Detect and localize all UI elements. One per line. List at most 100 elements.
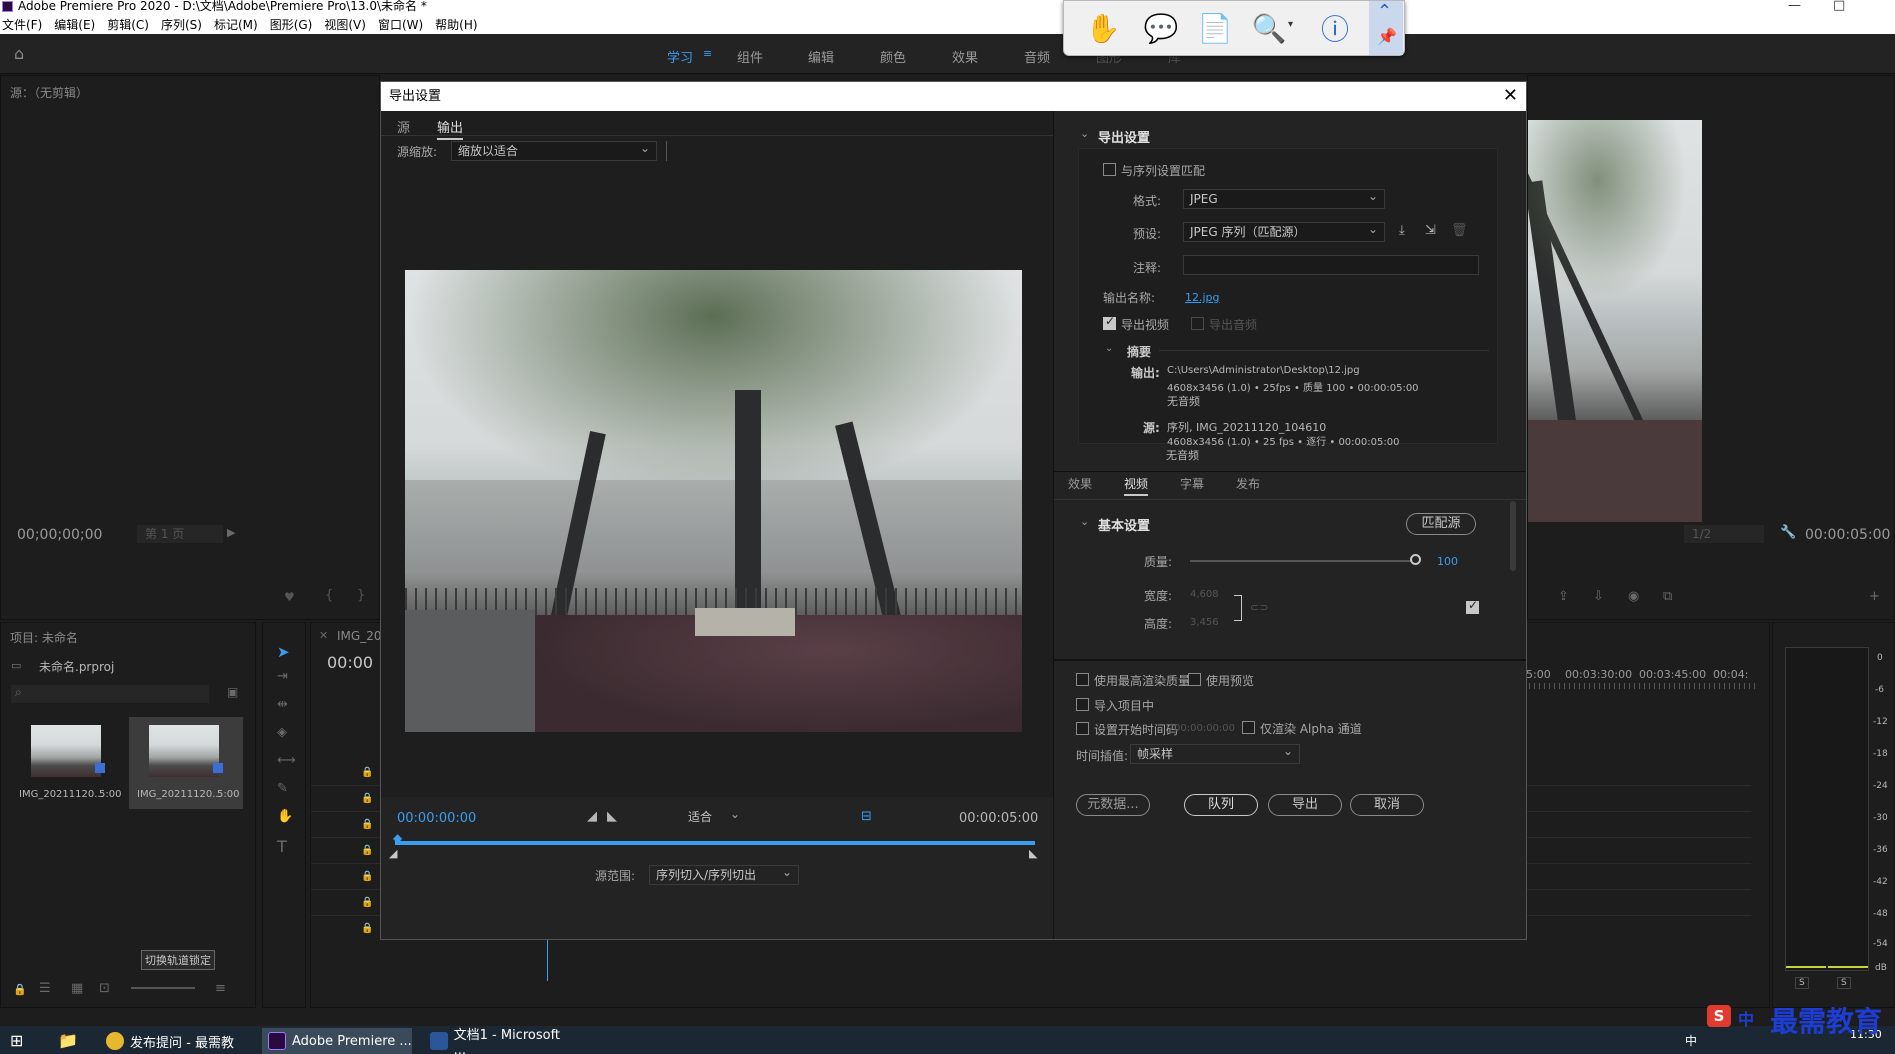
preset-select[interactable]: JPEG 序列（匹配源）: [1183, 220, 1385, 242]
lift-icon[interactable]: ⇪: [1558, 589, 1569, 604]
menu-file[interactable]: 文件(F): [2, 16, 42, 33]
project-item[interactable]: IMG_20211120... 5:00: [129, 717, 243, 809]
extract-icon[interactable]: ⇩: [1593, 589, 1604, 604]
dropdown-arrow-icon[interactable]: ▾: [1288, 19, 1293, 30]
zoom-document-icon[interactable]: 🔍: [1250, 9, 1288, 47]
set-out-icon[interactable]: ◣: [607, 809, 617, 824]
match-sequence-checkbox[interactable]: [1103, 163, 1116, 176]
basic-chevron-icon[interactable]: ⌄: [1080, 515, 1089, 528]
quality-slider[interactable]: [1190, 560, 1416, 562]
source-range-select[interactable]: 序列切入/序列切出: [649, 863, 799, 885]
mark-out-icon[interactable]: }: [357, 588, 365, 603]
slip-icon[interactable]: ⟷: [277, 753, 296, 768]
source-play-icon[interactable]: ▶: [227, 526, 235, 539]
current-timecode[interactable]: 00:00:00:00: [397, 811, 476, 826]
workspace-tab-learn[interactable]: 学习: [667, 47, 693, 66]
icon-view-icon[interactable]: ▦: [71, 981, 83, 996]
override-checkbox[interactable]: [1466, 598, 1479, 614]
hand-icon[interactable]: ✋: [277, 809, 293, 824]
cancel-button[interactable]: 取消: [1350, 794, 1424, 816]
aspect-correction-icon[interactable]: ⊟: [861, 809, 872, 824]
export-audio-checkbox[interactable]: [1191, 317, 1204, 330]
track-select-icon[interactable]: ⇥: [277, 669, 288, 684]
alpha-only-checkbox[interactable]: [1242, 721, 1255, 734]
tab-source[interactable]: 源: [397, 117, 410, 136]
quality-value[interactable]: 100: [1437, 555, 1458, 568]
workspace-tab-audio[interactable]: 音频: [1024, 47, 1050, 66]
height-value[interactable]: 3,456: [1190, 617, 1219, 628]
max-render-checkbox[interactable]: [1076, 673, 1089, 686]
selection-tool-icon[interactable]: ➤: [277, 643, 290, 661]
tab-captions[interactable]: 字幕: [1180, 475, 1204, 492]
tab-video[interactable]: 视频: [1124, 475, 1149, 496]
time-ruler[interactable]: [1519, 683, 1759, 689]
time-interpolation-select[interactable]: 帧采样: [1130, 742, 1300, 764]
taskbar-item-browser[interactable]: 发布提问 - 最需教: [100, 1028, 250, 1054]
taskbar-item-word[interactable]: 文档1 - Microsoft ...: [424, 1028, 574, 1054]
menu-sequence[interactable]: 序列(S): [161, 16, 202, 33]
pen-icon[interactable]: ✎: [277, 781, 288, 796]
import-preset-icon[interactable]: ⇲: [1425, 223, 1436, 238]
tab-output[interactable]: 输出: [437, 117, 464, 140]
comment-icon[interactable]: 💬: [1142, 9, 1180, 47]
track-lock-icon[interactable]: 🔒: [361, 923, 373, 934]
program-zoom-select[interactable]: 1/2: [1684, 525, 1764, 543]
project-item[interactable]: IMG_20211120... 5:00: [11, 717, 125, 809]
export-button[interactable]: 导出: [1268, 794, 1342, 816]
track-lock-icon[interactable]: 🔒: [361, 845, 373, 856]
source-page-select[interactable]: 第 1 页: [137, 525, 223, 543]
program-timecode[interactable]: 00:00:05:00: [1805, 527, 1890, 543]
hand-icon[interactable]: ✋: [1084, 9, 1122, 47]
freeform-view-icon[interactable]: ⊡: [99, 981, 110, 996]
playhead-marker[interactable]: ◆: [393, 831, 402, 845]
collapse-chevron-icon[interactable]: ⌄: [1080, 127, 1089, 140]
file-explorer-icon[interactable]: 📁: [58, 1031, 78, 1050]
menu-view[interactable]: 视图(V): [324, 16, 366, 33]
workspace-tab-assembly[interactable]: 组件: [737, 47, 763, 66]
export-frame-icon[interactable]: ◉: [1628, 589, 1639, 604]
mark-in-icon[interactable]: {: [325, 588, 333, 603]
help-icon[interactable]: ⓘ: [1316, 9, 1354, 47]
home-icon[interactable]: ⌂: [14, 44, 24, 63]
match-source-button[interactable]: 匹配源: [1406, 513, 1476, 535]
close-tab-icon[interactable]: ✕: [319, 629, 328, 642]
collapse-toolbar-button[interactable]: ⌃ 📌: [1369, 1, 1403, 55]
track-lock-icon[interactable]: 🔒: [361, 897, 373, 908]
metadata-button[interactable]: 元数据...: [1076, 794, 1150, 816]
windows-start-icon[interactable]: ⊞: [10, 1031, 23, 1050]
workspace-tab-color[interactable]: 颜色: [880, 47, 906, 66]
maximize-button[interactable]: □: [1833, 0, 1845, 12]
start-timecode-value[interactable]: 00:00:00:00: [1174, 723, 1235, 734]
workspace-tab-editing[interactable]: 编辑: [808, 47, 834, 66]
compare-icon[interactable]: ⧉: [1663, 589, 1672, 604]
timeline-timecode[interactable]: 00:00: [327, 653, 373, 672]
summary-chevron-icon[interactable]: ⌄: [1105, 343, 1113, 354]
quality-slider-handle[interactable]: [1410, 554, 1421, 565]
razor-icon[interactable]: ◈: [277, 725, 287, 740]
solo-button[interactable]: S: [1837, 977, 1851, 989]
tray-ime[interactable]: 中: [1685, 1032, 1697, 1049]
use-previews-checkbox[interactable]: [1188, 673, 1201, 686]
scrollbar[interactable]: [1510, 501, 1516, 571]
output-name-link[interactable]: 12.jpg: [1185, 291, 1220, 304]
export-video-checkbox[interactable]: [1103, 314, 1116, 330]
menu-graphics[interactable]: 图形(G): [270, 16, 313, 33]
comment-input[interactable]: [1183, 255, 1479, 275]
set-in-icon[interactable]: ◢: [587, 809, 597, 824]
document-export-icon[interactable]: 📄: [1196, 9, 1234, 47]
track-lock-icon[interactable]: 🔒: [361, 793, 373, 804]
menu-marker[interactable]: 标记(M): [214, 16, 258, 33]
lock-icon[interactable]: 🔒: [13, 983, 27, 996]
tab-effects[interactable]: 效果: [1068, 475, 1092, 492]
wrench-icon[interactable]: 🔧: [1780, 525, 1796, 540]
workspace-tab-effects[interactable]: 效果: [952, 47, 978, 66]
format-select[interactable]: JPEG: [1183, 187, 1385, 209]
track-lock-icon[interactable]: 🔒: [361, 871, 373, 882]
delete-preset-icon[interactable]: 🗑: [1451, 223, 1468, 238]
tab-publish[interactable]: 发布: [1236, 475, 1260, 492]
start-timecode-checkbox[interactable]: [1076, 722, 1089, 735]
source-scale-select[interactable]: 缩放以适合: [451, 139, 657, 161]
taskbar-item-premiere[interactable]: Adobe Premiere ...: [262, 1028, 412, 1054]
zoom-slider[interactable]: [131, 987, 195, 989]
menu-edit[interactable]: 编辑(E): [54, 16, 95, 33]
